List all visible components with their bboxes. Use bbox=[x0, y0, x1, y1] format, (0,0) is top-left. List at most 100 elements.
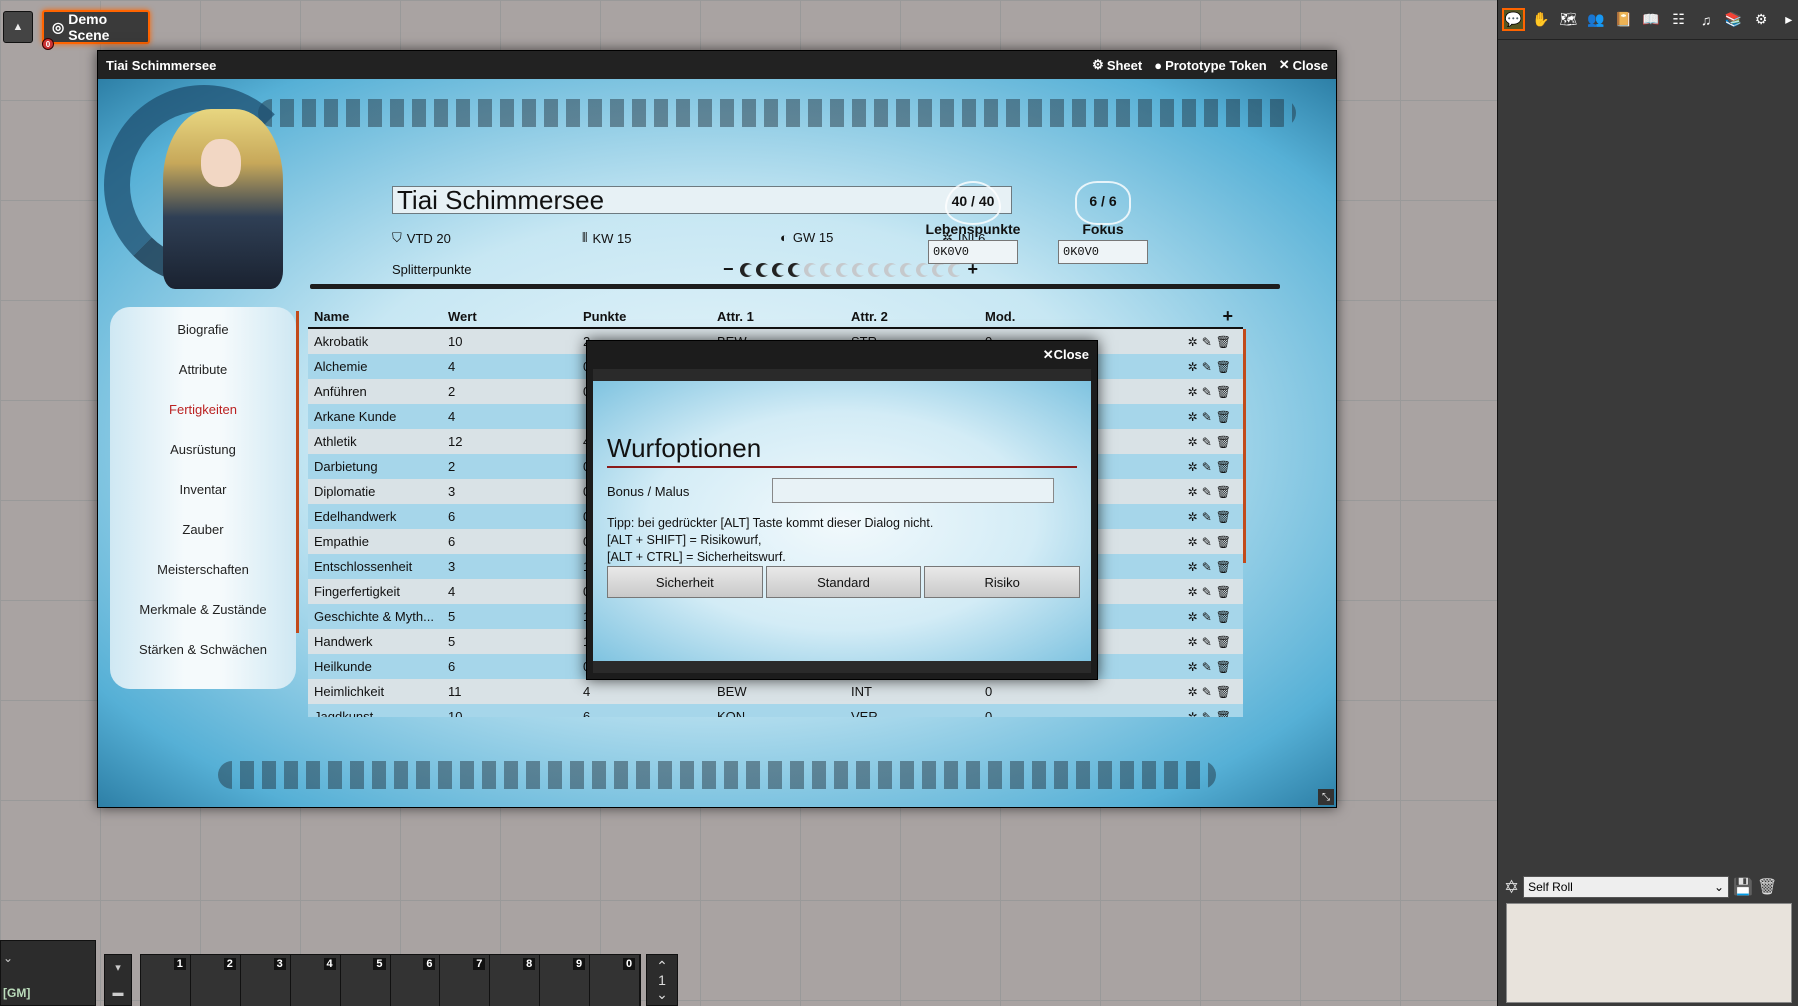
safety-roll-button[interactable]: Sicherheit bbox=[607, 566, 763, 598]
scene-tab-demo[interactable]: ◎ Demo Scene 0 bbox=[42, 10, 150, 50]
trash-icon[interactable]: 🗑 bbox=[1216, 460, 1231, 474]
focus-field[interactable]: 0K0V0 bbox=[1058, 240, 1148, 264]
character-portrait[interactable] bbox=[163, 109, 283, 289]
trash-icon[interactable]: 🗑 bbox=[1216, 685, 1231, 699]
nav-item[interactable]: Merkmale & Zustände bbox=[110, 589, 296, 629]
edit-icon[interactable]: ✎ bbox=[1202, 585, 1212, 599]
roll-icon[interactable]: ✲ bbox=[1188, 660, 1198, 674]
prototype-token-button[interactable]: ● Prototype Token bbox=[1154, 57, 1266, 73]
scene-toggle-button[interactable]: ▲ bbox=[3, 11, 33, 43]
roll-icon[interactable]: ✲ bbox=[1188, 435, 1198, 449]
edit-icon[interactable]: ✎ bbox=[1202, 485, 1212, 499]
roll-icon[interactable]: ✲ bbox=[1188, 685, 1198, 699]
macro-slot[interactable]: 1 bbox=[141, 955, 191, 1006]
trash-icon[interactable]: 🗑 bbox=[1216, 385, 1231, 399]
dialog-close-button[interactable]: ✕Close bbox=[1043, 347, 1089, 363]
hotbar-page[interactable]: ⌃ 1 ⌄ bbox=[646, 954, 678, 1006]
macro-slot[interactable]: 5 bbox=[340, 955, 391, 1006]
nav-item[interactable]: Stärken & Schwächen bbox=[110, 629, 296, 669]
macro-slot[interactable]: 7 bbox=[440, 955, 491, 1006]
col-attr2[interactable]: Attr. 2 bbox=[851, 309, 985, 324]
roll-icon[interactable]: ✲ bbox=[1188, 335, 1198, 349]
roll-icon[interactable]: ✲ bbox=[1188, 510, 1198, 524]
edit-icon[interactable]: ✎ bbox=[1202, 535, 1212, 549]
dialog-header[interactable]: ✕Close bbox=[587, 341, 1097, 369]
standard-roll-button[interactable]: Standard bbox=[765, 566, 922, 598]
window-close-button[interactable]: ✕ Close bbox=[1279, 57, 1328, 73]
table-row[interactable]: Jagdkunst 10 6 KON VER 0 ✲ ✎ 🗑 bbox=[308, 704, 1243, 717]
sheet-config-button[interactable]: ⚙ Sheet bbox=[1092, 57, 1142, 73]
nav-item[interactable]: Inventar bbox=[110, 469, 296, 509]
splitter-moon[interactable] bbox=[787, 262, 802, 277]
macro-slot[interactable]: 0 bbox=[590, 955, 641, 1006]
chevron-up-icon[interactable]: ⌃ bbox=[656, 959, 668, 973]
trash-icon[interactable]: 🗑 bbox=[1216, 535, 1231, 549]
nav-item[interactable]: Zauber bbox=[110, 509, 296, 549]
map-icon[interactable]: 🗺 bbox=[1559, 10, 1578, 29]
health-field[interactable]: 0K0V0 bbox=[928, 240, 1018, 264]
macro-slot[interactable]: 6 bbox=[390, 955, 441, 1006]
col-wert[interactable]: Wert bbox=[448, 309, 583, 324]
bonus-input[interactable] bbox=[772, 478, 1054, 503]
trash-icon[interactable]: 🗑 bbox=[1216, 485, 1231, 499]
window-header[interactable]: Tiai Schimmersee ⚙ Sheet ● Prototype Token… bbox=[98, 51, 1336, 79]
splitter-moon[interactable] bbox=[771, 262, 786, 277]
edit-icon[interactable]: ✎ bbox=[1202, 385, 1212, 399]
col-attr1[interactable]: Attr. 1 bbox=[717, 309, 851, 324]
add-skill-button[interactable]: + bbox=[1119, 306, 1243, 327]
splitter-moon[interactable] bbox=[803, 262, 818, 277]
roll-icon[interactable]: ✲ bbox=[1188, 610, 1198, 624]
compendium-icon[interactable]: 📚 bbox=[1724, 10, 1743, 29]
macro-slot[interactable]: 3 bbox=[240, 955, 291, 1006]
roll-icon[interactable]: ✲ bbox=[1188, 535, 1198, 549]
edit-icon[interactable]: ✎ bbox=[1202, 685, 1212, 699]
splitter-moon[interactable] bbox=[931, 262, 946, 277]
chat-input[interactable] bbox=[1506, 903, 1792, 1003]
edit-icon[interactable]: ✎ bbox=[1202, 510, 1212, 524]
music-icon[interactable]: ♫ bbox=[1697, 10, 1716, 29]
chevron-down-icon[interactable]: ⌄ bbox=[656, 987, 668, 1001]
table-icon[interactable]: ☷ bbox=[1669, 10, 1688, 29]
table-row[interactable]: Heimlichkeit 11 4 BEW INT 0 ✲ ✎ 🗑 bbox=[308, 679, 1243, 704]
edit-icon[interactable]: ✎ bbox=[1202, 610, 1212, 624]
edit-icon[interactable]: ✎ bbox=[1202, 635, 1212, 649]
edit-icon[interactable]: ✎ bbox=[1202, 410, 1212, 424]
trash-icon[interactable]: 🗑 bbox=[1216, 610, 1231, 624]
roll-icon[interactable]: ✲ bbox=[1188, 385, 1198, 399]
folder-icon[interactable]: ▬ bbox=[113, 987, 124, 999]
macro-slot[interactable]: 8 bbox=[490, 955, 541, 1006]
settings-icon[interactable]: ⚙ bbox=[1752, 10, 1771, 29]
trash-icon[interactable]: 🗑 bbox=[1216, 710, 1231, 718]
nav-item[interactable]: Meisterschaften bbox=[110, 549, 296, 589]
edit-icon[interactable]: ✎ bbox=[1202, 435, 1212, 449]
splitter-moon[interactable] bbox=[867, 262, 882, 277]
trash-icon[interactable]: 🗑 bbox=[1216, 635, 1231, 649]
roll-mode-select[interactable]: Self Roll ⌄ bbox=[1523, 876, 1730, 898]
nav-item[interactable]: Fertigkeiten bbox=[110, 389, 296, 429]
splitter-moon[interactable] bbox=[915, 262, 930, 277]
trash-icon[interactable]: 🗑 bbox=[1216, 435, 1231, 449]
trash-icon[interactable]: 🗑 bbox=[1216, 510, 1231, 524]
macro-slot[interactable]: 2 bbox=[190, 955, 241, 1006]
splitter-moon[interactable] bbox=[835, 262, 850, 277]
nav-item[interactable]: Ausrüstung bbox=[110, 429, 296, 469]
edit-icon[interactable]: ✎ bbox=[1202, 335, 1212, 349]
trash-icon[interactable]: 🗑 bbox=[1216, 660, 1231, 674]
roll-icon[interactable]: ✲ bbox=[1188, 460, 1198, 474]
roll-icon[interactable]: ✲ bbox=[1188, 585, 1198, 599]
edit-icon[interactable]: ✎ bbox=[1202, 460, 1212, 474]
splitter-moon[interactable] bbox=[755, 262, 770, 277]
trash-icon[interactable]: 🗑 bbox=[1216, 585, 1231, 599]
roll-icon[interactable]: ✲ bbox=[1188, 360, 1198, 374]
splitter-moon[interactable] bbox=[883, 262, 898, 277]
chat-icon[interactable]: 💬 bbox=[1502, 8, 1525, 31]
splitter-moon[interactable] bbox=[739, 262, 754, 277]
splitter-minus-button[interactable]: − bbox=[723, 259, 734, 280]
save-icon[interactable]: 💾 bbox=[1733, 877, 1753, 897]
splitter-moon[interactable] bbox=[851, 262, 866, 277]
nav-item[interactable]: Attribute bbox=[110, 349, 296, 389]
edit-icon[interactable]: ✎ bbox=[1202, 560, 1212, 574]
roll-icon[interactable]: ✲ bbox=[1188, 560, 1198, 574]
journal-icon[interactable]: 📔 bbox=[1614, 10, 1633, 29]
trash-icon[interactable]: 🗑 bbox=[1216, 360, 1231, 374]
